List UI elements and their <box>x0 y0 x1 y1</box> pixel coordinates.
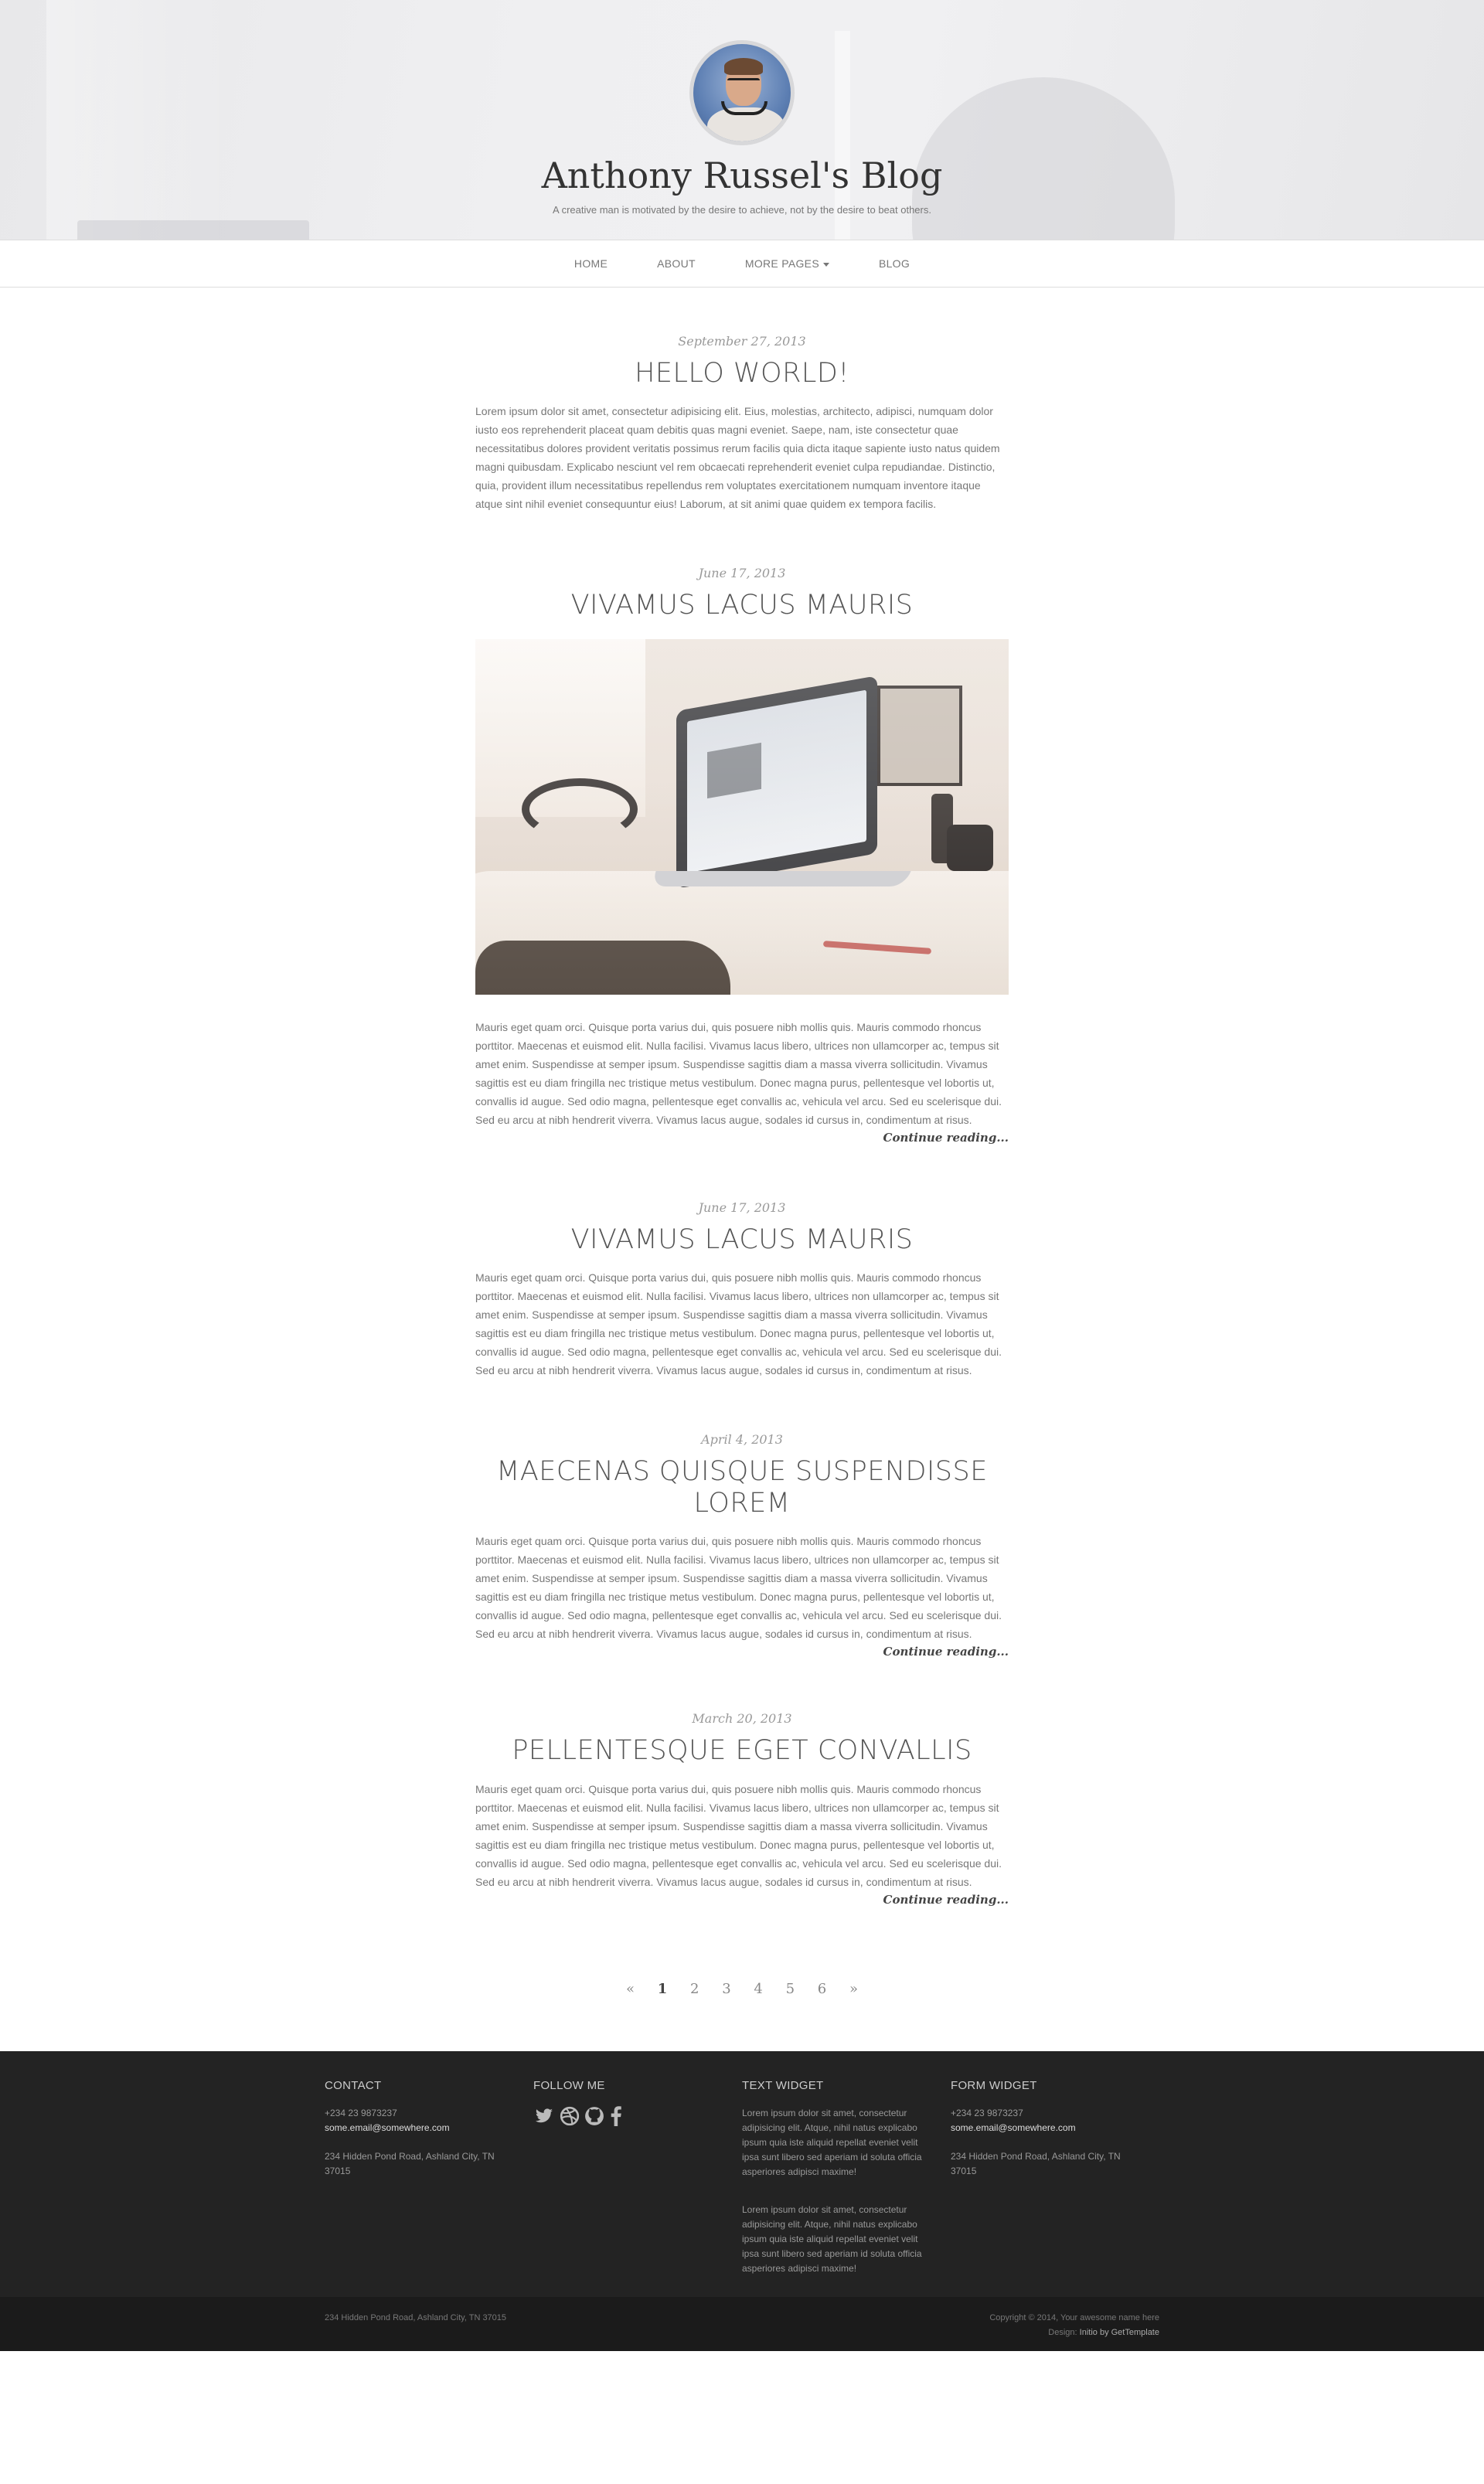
post-title[interactable]: HELLO WORLD! <box>475 358 1009 390</box>
nav-item-more-pages-label: MORE PAGES <box>744 257 819 270</box>
main-nav: HOME ABOUT MORE PAGES BLOG <box>0 240 1484 288</box>
pagination-page-2[interactable]: 2 <box>690 1981 699 1997</box>
author-avatar[interactable] <box>689 40 795 145</box>
blog-post: September 27, 2013 HELLO WORLD! Lorem ip… <box>475 334 1009 513</box>
facebook-icon[interactable] <box>609 2105 623 2126</box>
nav-item-more-pages[interactable]: MORE PAGES <box>720 257 854 270</box>
pagination-page-3[interactable]: 3 <box>722 1981 730 1997</box>
post-date: September 27, 2013 <box>678 334 806 349</box>
footer-heading: FORM WIDGET <box>951 2078 1037 2092</box>
footer-heading: CONTACT <box>325 2078 382 2092</box>
design-credit-link[interactable]: Initio by GetTemplate <box>1080 2328 1159 2337</box>
pagination-page-5[interactable]: 5 <box>786 1981 795 1997</box>
post-date: June 17, 2013 <box>698 1199 786 1215</box>
footer-heading: FOLLOW ME <box>533 2078 605 2092</box>
post-excerpt: Mauris eget quam orci. Quisque porta var… <box>475 1782 1002 1888</box>
continue-reading-link[interactable]: Continue reading... <box>475 1645 1009 1659</box>
post-excerpt: Mauris eget quam orci. Quisque porta var… <box>475 1020 1002 1126</box>
pagination-prev[interactable]: « <box>626 1981 635 1997</box>
footer-copyright: Copyright © 2014, Your awesome name here <box>989 2312 1159 2322</box>
pagination-next[interactable]: » <box>849 1981 858 1997</box>
blog-post: June 17, 2013 VIVAMUS LACUS MAURIS Mauri… <box>475 566 1009 1145</box>
form-widget-address: 234 Hidden Pond Road, Ashland City, TN 3… <box>951 2150 1121 2176</box>
footer-heading: TEXT WIDGET <box>742 2078 824 2092</box>
footer-follow: FOLLOW ME <box>533 2079 742 2276</box>
caret-down-icon <box>822 262 829 267</box>
footer-bottom-address: 234 Hidden Pond Road, Ashland City, TN 3… <box>325 2312 507 2322</box>
continue-reading-link[interactable]: Continue reading... <box>475 1131 1009 1145</box>
site-title[interactable]: Anthony Russel's Blog <box>0 155 1484 196</box>
contact-email-link[interactable]: some.email@somewhere.com <box>325 2121 510 2135</box>
post-excerpt: Lorem ipsum dolor sit amet, consectetur … <box>475 405 1000 511</box>
post-date: June 17, 2013 <box>698 566 786 581</box>
pagination: « 1 2 3 4 5 6 » <box>475 1981 1009 1997</box>
pagination-page-1[interactable]: 1 <box>658 1981 668 1997</box>
contact-phone: +234 23 9873237 <box>325 2107 397 2118</box>
footer-form-widget: FORM WIDGET +234 23 9873237 some.email@s… <box>951 2079 1159 2276</box>
twitter-icon[interactable] <box>533 2107 555 2125</box>
site-footer: CONTACT +234 23 9873237 some.email@somew… <box>0 2050 1484 2351</box>
header-background-desk <box>77 220 309 240</box>
design-credit-prefix: Design: <box>1048 2327 1077 2337</box>
blog-post: March 20, 2013 PELLENTESQUE EGET CONVALL… <box>475 1711 1009 1906</box>
blog-post: June 17, 2013 VIVAMUS LACUS MAURIS Mauri… <box>475 1200 1009 1380</box>
text-widget-paragraph: Lorem ipsum dolor sit amet, consectetur … <box>742 2107 922 2177</box>
pagination-page-4[interactable]: 4 <box>754 1981 762 1997</box>
footer-bottom-bar: 234 Hidden Pond Road, Ashland City, TN 3… <box>0 2296 1484 2351</box>
post-title[interactable]: PELLENTESQUE EGET CONVALLIS <box>475 1735 1009 1767</box>
blog-post-list: September 27, 2013 HELLO WORLD! Lorem ip… <box>475 334 1009 1997</box>
blog-post: April 4, 2013 MAECENAS QUISQUE SUSPENDIS… <box>475 1432 1009 1659</box>
github-icon[interactable] <box>584 2106 604 2126</box>
post-excerpt: Mauris eget quam orci. Quisque porta var… <box>475 1271 1002 1376</box>
nav-item-home[interactable]: HOME <box>550 257 632 270</box>
form-widget-phone: +234 23 9873237 <box>951 2107 1023 2118</box>
site-header: Anthony Russel's Blog A creative man is … <box>0 0 1484 240</box>
post-date: March 20, 2013 <box>692 1711 792 1727</box>
pagination-page-6[interactable]: 6 <box>818 1981 826 1997</box>
nav-item-blog[interactable]: BLOG <box>854 257 934 270</box>
post-title[interactable]: VIVAMUS LACUS MAURIS <box>475 1224 1009 1256</box>
form-widget-email-link[interactable]: some.email@somewhere.com <box>951 2121 1136 2135</box>
post-excerpt: Mauris eget quam orci. Quisque porta var… <box>475 1535 1002 1641</box>
continue-reading-link[interactable]: Continue reading... <box>475 1893 1009 1907</box>
post-title[interactable]: MAECENAS QUISQUE SUSPENDISSE LOREM <box>475 1456 1009 1520</box>
contact-address: 234 Hidden Pond Road, Ashland City, TN 3… <box>325 2150 495 2176</box>
nav-item-about[interactable]: ABOUT <box>632 257 720 270</box>
footer-design-credit: Design: Initio by GetTemplate <box>989 2326 1159 2340</box>
post-title[interactable]: VIVAMUS LACUS MAURIS <box>475 590 1009 621</box>
text-widget-paragraph: Lorem ipsum dolor sit amet, consectetur … <box>742 2203 922 2274</box>
site-tagline: A creative man is motivated by the desir… <box>553 204 931 216</box>
dribbble-icon[interactable] <box>560 2106 580 2126</box>
footer-contact: CONTACT +234 23 9873237 some.email@somew… <box>325 2079 533 2276</box>
footer-widgets: CONTACT +234 23 9873237 some.email@somew… <box>0 2050 1484 2297</box>
post-date: April 4, 2013 <box>701 1431 783 1447</box>
footer-text-widget: TEXT WIDGET Lorem ipsum dolor sit amet, … <box>742 2079 951 2276</box>
post-image[interactable] <box>475 638 1009 995</box>
